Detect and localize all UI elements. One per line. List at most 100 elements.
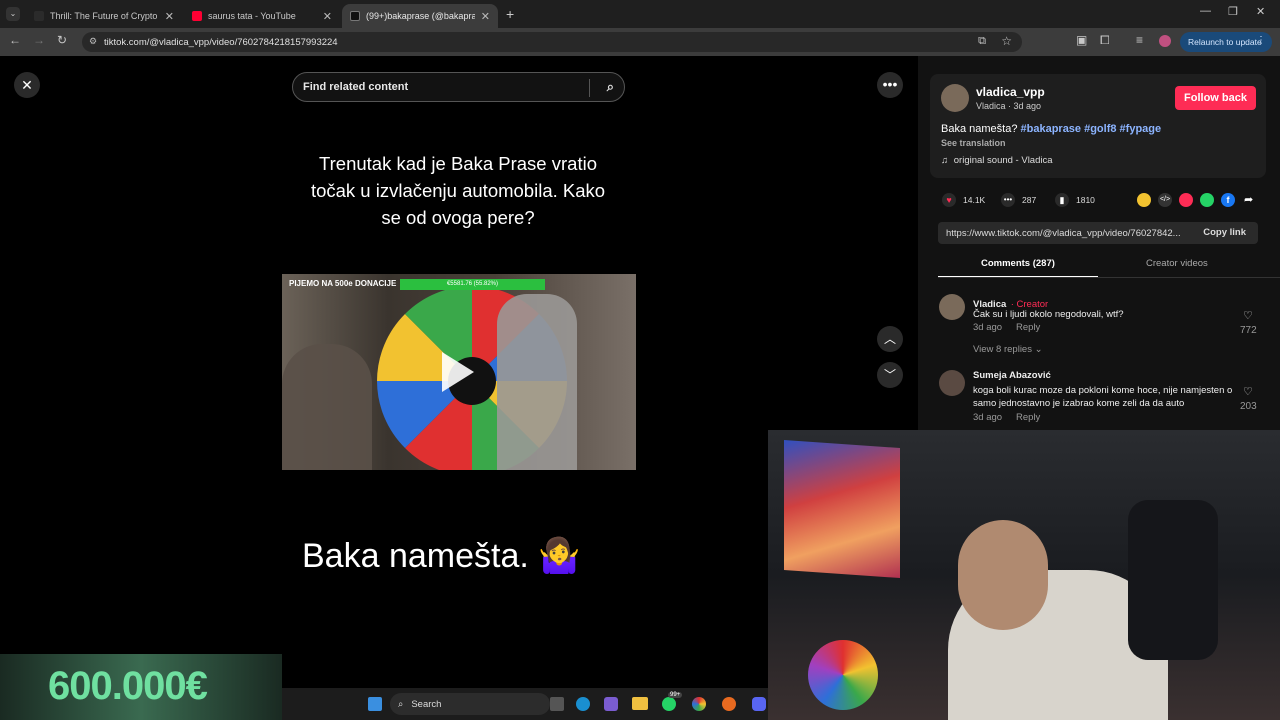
extension-icon[interactable]: ▣ bbox=[1076, 33, 1087, 47]
forward-icon[interactable]: → bbox=[33, 33, 45, 47]
media-icon[interactable]: ≡ bbox=[1136, 33, 1143, 47]
video-thumbnail[interactable]: PIJEMO NA 500e DONACIJE €5581.76 (55.82%… bbox=[282, 274, 636, 470]
tab-tiktok[interactable]: (99+)bakaprase (@bakaprase) | ✕ bbox=[342, 4, 498, 28]
more-options-icon[interactable]: ••• bbox=[877, 72, 903, 98]
comment-like-icon[interactable]: ♡ bbox=[1243, 385, 1253, 398]
comment-time: 3d ago bbox=[973, 412, 1003, 423]
close-tab-icon[interactable]: ✕ bbox=[165, 10, 174, 23]
music-note-icon: ♫ bbox=[941, 155, 949, 166]
relaunch-button[interactable]: Relaunch to update ⋮ bbox=[1180, 32, 1272, 52]
menu-icon[interactable]: ⋮ bbox=[1256, 35, 1266, 46]
whatsapp-icon[interactable] bbox=[662, 697, 676, 711]
webcam-overlay bbox=[768, 430, 1280, 720]
browser-tab-bar: ⌄ Thrill: The Future of Crypto Casi ✕ sa… bbox=[0, 0, 1280, 28]
donation-progress: €5581.76 (55.82%) bbox=[400, 279, 545, 290]
rainbow-toy bbox=[808, 640, 878, 710]
bookmark-star-icon[interactable]: ☆ bbox=[1001, 34, 1012, 48]
embed-icon[interactable]: </> bbox=[1158, 193, 1172, 207]
comment-like-count: 203 bbox=[1240, 401, 1257, 412]
hashtags-link[interactable]: #bakaprase #golf8 #fypage bbox=[1021, 123, 1162, 135]
back-icon[interactable]: ← bbox=[9, 33, 21, 47]
thrill-favicon-icon bbox=[34, 11, 44, 21]
task-view-icon[interactable] bbox=[550, 697, 564, 711]
file-explorer-icon[interactable] bbox=[632, 697, 648, 710]
edge-icon[interactable] bbox=[576, 697, 590, 711]
creator-username[interactable]: vladica_vpp bbox=[976, 85, 1045, 99]
comment-icon[interactable]: ••• bbox=[1001, 193, 1015, 207]
address-bar[interactable]: ⚙ tiktok.com/@vladica_vpp/video/76027842… bbox=[82, 32, 1022, 52]
thumb-banner-text: PIJEMO NA 500e DONACIJE bbox=[289, 279, 397, 288]
commenter-avatar[interactable] bbox=[939, 370, 965, 396]
facebook-icon[interactable]: f bbox=[1221, 193, 1235, 207]
search-icon: ⌕ bbox=[398, 698, 404, 710]
taskbar-search-label: Search bbox=[411, 698, 442, 710]
share-link-field[interactable]: https://www.tiktok.com/@vladica_vpp/vide… bbox=[938, 222, 1258, 244]
previous-video-icon[interactable]: ︿ bbox=[877, 326, 903, 352]
reload-icon[interactable]: ↻ bbox=[57, 33, 67, 47]
copilot-icon[interactable] bbox=[604, 697, 618, 711]
see-translation-link[interactable]: See translation bbox=[941, 138, 1006, 148]
whatsapp-icon[interactable] bbox=[1200, 193, 1214, 207]
close-window-icon[interactable]: ✕ bbox=[1256, 5, 1265, 18]
windows-taskbar: ⌕ Search 99+ bbox=[282, 688, 768, 720]
firefox-icon[interactable] bbox=[722, 697, 736, 711]
comment-text: koga boli kurac moze da pokloni kome hoc… bbox=[973, 385, 1233, 409]
notification-badge: 99+ bbox=[668, 692, 683, 698]
comment-like-count: 772 bbox=[1240, 325, 1257, 336]
new-tab-icon[interactable]: + bbox=[506, 6, 514, 22]
stream-banner: 600.000€ bbox=[0, 654, 282, 720]
share-arrow-icon[interactable]: ➦ bbox=[1244, 193, 1253, 206]
like-count: 14.1K bbox=[963, 195, 986, 205]
youtube-favicon-icon bbox=[192, 11, 202, 21]
play-icon[interactable] bbox=[442, 352, 474, 392]
reply-button[interactable]: Reply bbox=[1016, 322, 1040, 333]
next-video-icon[interactable]: ﹀ bbox=[877, 362, 903, 388]
commenter-name[interactable]: Sumeja Abazović bbox=[973, 370, 1051, 381]
close-tab-icon[interactable]: ✕ bbox=[481, 10, 490, 23]
tab-comments[interactable]: Comments (287) bbox=[981, 258, 1055, 269]
gaming-chair bbox=[1128, 500, 1218, 660]
streamer-head bbox=[958, 520, 1048, 630]
creator-avatar[interactable] bbox=[941, 84, 969, 112]
commenter-avatar[interactable] bbox=[939, 294, 965, 320]
copy-link-button[interactable]: Copy link bbox=[1203, 227, 1246, 238]
chrome-icon[interactable] bbox=[692, 697, 706, 711]
profile-avatar[interactable] bbox=[1159, 35, 1171, 47]
minimize-icon[interactable]: — bbox=[1200, 5, 1211, 17]
divider bbox=[589, 79, 590, 97]
tab-creator-videos[interactable]: Creator videos bbox=[1146, 258, 1208, 269]
video-caption: Trenutak kad je Baka Prase vratio točak … bbox=[310, 153, 606, 228]
install-app-icon[interactable]: ⧉ bbox=[978, 35, 986, 48]
restore-icon[interactable]: ❐ bbox=[1228, 5, 1238, 18]
repost-icon[interactable] bbox=[1137, 193, 1151, 207]
comment-time: 3d ago bbox=[973, 322, 1003, 333]
bookmark-icon[interactable]: ▮ bbox=[1055, 193, 1069, 207]
windows-start-icon[interactable] bbox=[368, 697, 382, 711]
video-overlay-text: Baka namešta. 🤷‍♀️ bbox=[302, 537, 581, 575]
search-icon[interactable]: ⌕ bbox=[607, 79, 614, 95]
view-replies-button[interactable]: View 8 replies ⌄ bbox=[973, 344, 1043, 355]
tab-search-icon[interactable]: ⌄ bbox=[6, 7, 20, 21]
puzzle-icon[interactable]: ⧠ bbox=[1100, 33, 1110, 48]
send-to-friends-icon[interactable] bbox=[1179, 193, 1193, 207]
close-tab-icon[interactable]: ✕ bbox=[323, 10, 332, 23]
divider bbox=[938, 277, 1280, 278]
search-placeholder: Find related content bbox=[303, 81, 409, 93]
close-video-icon[interactable]: ✕ bbox=[14, 72, 40, 98]
related-search-input[interactable]: Find related content ⌕ bbox=[292, 72, 625, 102]
discord-icon[interactable] bbox=[752, 697, 766, 711]
like-heart-icon[interactable]: ♥ bbox=[942, 193, 956, 207]
description-text: Baka namešta? bbox=[941, 123, 1018, 135]
share-link-text: https://www.tiktok.com/@vladica_vpp/vide… bbox=[946, 227, 1181, 239]
tab-youtube[interactable]: saurus tata - YouTube ✕ bbox=[184, 4, 340, 28]
tab-thrill[interactable]: Thrill: The Future of Crypto Casi ✕ bbox=[26, 4, 182, 28]
taskbar-search[interactable]: ⌕ Search bbox=[390, 693, 550, 715]
sound-info[interactable]: ♫ original sound - Vladica bbox=[941, 155, 1053, 166]
save-count: 1810 bbox=[1076, 195, 1095, 205]
follow-back-button[interactable]: Follow back bbox=[1175, 86, 1256, 110]
reply-button[interactable]: Reply bbox=[1016, 412, 1040, 423]
relaunch-label: Relaunch to update bbox=[1188, 37, 1262, 47]
tab-title: Thrill: The Future of Crypto Casi bbox=[50, 11, 159, 21]
comment-like-icon[interactable]: ♡ bbox=[1243, 309, 1253, 322]
site-info-icon[interactable]: ⚙ bbox=[89, 36, 97, 47]
